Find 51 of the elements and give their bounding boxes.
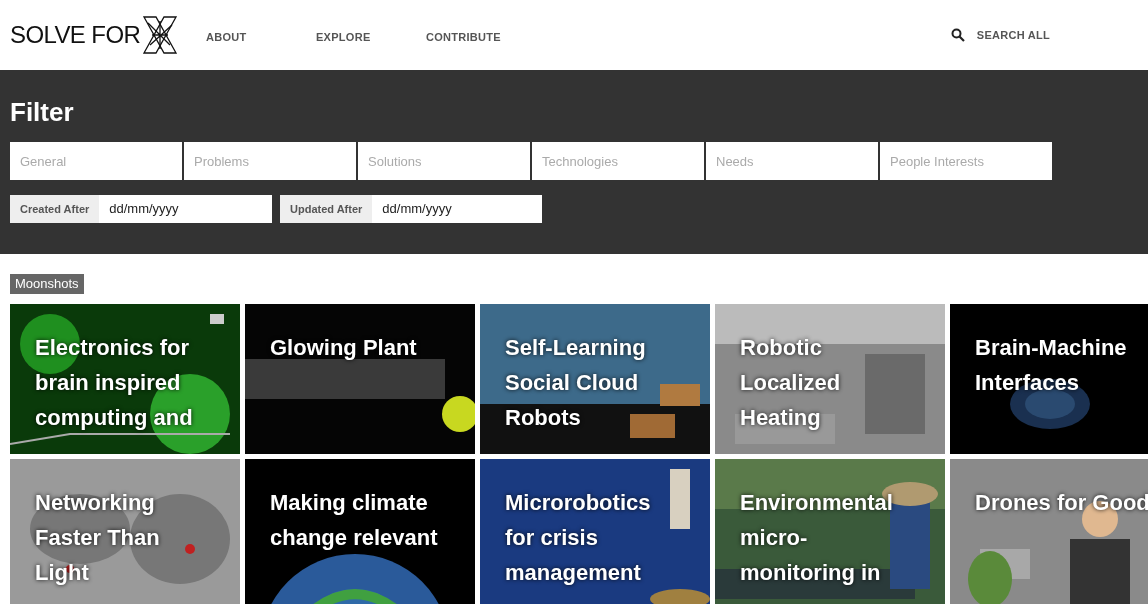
section-tag: Moonshots <box>10 274 84 294</box>
tile-title-line: for crisis <box>505 524 598 552</box>
project-tile[interactable]: Self-Learning Social Cloud Robots <box>480 304 710 454</box>
tile-title-line: Localized <box>740 369 841 397</box>
tile-title-line: micro- <box>740 524 808 552</box>
filter-field[interactable]: General <box>10 142 182 180</box>
tile-title-line: Environmental <box>740 489 893 517</box>
nav-link[interactable]: ABOUT <box>206 24 316 46</box>
tile-title-line: brain inspired <box>35 369 181 397</box>
search-icon[interactable] <box>950 28 965 42</box>
tile-title-line: Electronics for <box>35 334 190 362</box>
filter-field[interactable]: People Interests <box>880 142 1052 180</box>
project-tile[interactable]: Microrobotics for crisis management <box>480 459 710 604</box>
project-tile[interactable]: Glowing Plant <box>245 304 475 454</box>
tile-title-line: Self-Learning <box>505 334 646 362</box>
filter-title: Filter <box>10 96 75 128</box>
project-tile[interactable]: Networking Faster Than Light <box>10 459 240 604</box>
tile-title-line: monitoring in <box>740 559 881 587</box>
tile-title-line: management <box>505 559 641 587</box>
tile-title-line: Microrobotics <box>505 489 651 517</box>
nav-link[interactable]: CONTRIBUTE <box>426 24 536 46</box>
project-tile[interactable]: Environmental micro- monitoring in <box>715 459 945 604</box>
filter-field[interactable]: Solutions <box>358 142 530 180</box>
search-link[interactable]: SEARCH ALL <box>976 26 1050 44</box>
filter-field[interactable]: Technologies <box>532 142 704 180</box>
tile-title-line: Drones for Good <box>975 489 1148 517</box>
tile-title-line: Faster Than <box>35 524 160 552</box>
date-field[interactable]: dd/mm/yyyy <box>99 195 272 223</box>
tile-title-line: Robotic <box>740 334 822 362</box>
tile-title-line: Robots <box>505 404 581 432</box>
project-tile[interactable]: Electronics for brain inspired computing and <box>10 304 240 454</box>
date-label: Updated After <box>280 195 373 223</box>
filter-field[interactable]: Needs <box>706 142 878 180</box>
tile-title-line: Making climate <box>270 489 428 517</box>
tile-title-line: Glowing Plant <box>270 334 417 362</box>
tile-title-line: Social Cloud <box>505 369 639 397</box>
filter-field[interactable]: Problems <box>184 142 356 180</box>
tile-title-line: Networking <box>35 489 155 517</box>
tile-title-line: Light <box>35 559 89 587</box>
logo-icon <box>142 15 179 55</box>
project-tile[interactable]: Brain-Machine Interfaces <box>950 304 1148 454</box>
project-tile[interactable]: Making climate change relevant <box>245 459 475 604</box>
tile-title-line: Heating <box>740 404 821 432</box>
tile-title-line: change relevant <box>270 524 438 552</box>
nav-link[interactable]: EXPLORE <box>316 24 426 46</box>
tile-title-line: computing and <box>35 404 193 432</box>
date-label: Created After <box>10 195 100 223</box>
tile-title-line: Interfaces <box>975 369 1079 397</box>
tile-title-line: Brain-Machine <box>975 334 1127 362</box>
date-field[interactable]: dd/mm/yyyy <box>372 195 542 223</box>
logo-text: SOLVE FOR <box>10 20 141 50</box>
